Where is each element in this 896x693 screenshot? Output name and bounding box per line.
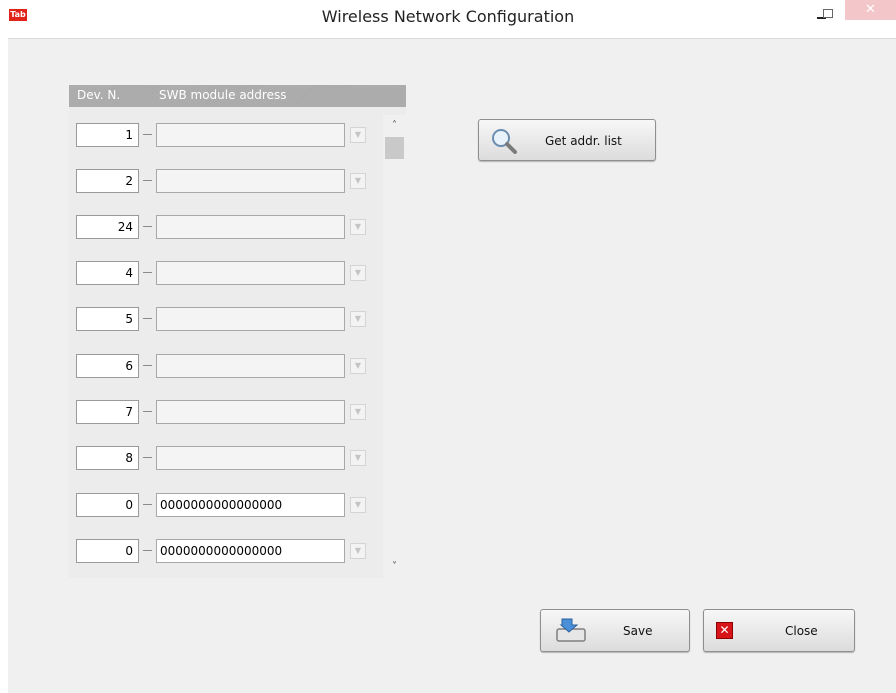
chevron-down-icon[interactable]: ▼ bbox=[350, 497, 366, 513]
scroll-down-icon[interactable]: ˅ bbox=[383, 556, 406, 578]
save-label: Save bbox=[623, 624, 653, 638]
separator-dash bbox=[143, 180, 152, 181]
close-x-icon: ✕ bbox=[716, 622, 733, 639]
module-address-field[interactable]: 0000000000000000 bbox=[156, 539, 345, 563]
table-row: 1 ▼ bbox=[69, 123, 379, 153]
separator-dash bbox=[143, 134, 152, 135]
table-row: 0 0000000000000000 ▼ bbox=[69, 493, 379, 523]
device-number-field[interactable]: 24 bbox=[76, 215, 139, 239]
module-address-field[interactable] bbox=[156, 169, 345, 193]
chevron-down-icon[interactable]: ▼ bbox=[350, 311, 366, 327]
module-address-field[interactable] bbox=[156, 354, 345, 378]
separator-dash bbox=[143, 318, 152, 319]
module-address-field[interactable] bbox=[156, 307, 345, 331]
table-row: 2 ▼ bbox=[69, 169, 379, 199]
table-row: 0 0000000000000000 ▼ bbox=[69, 539, 379, 569]
device-number-field[interactable]: 0 bbox=[76, 493, 139, 517]
device-list: 1 ▼ 2 ▼ 24 ▼ 4 ▼ 5 ▼ 6 ▼ 7 ▼ 8 ▼ 0 00000… bbox=[69, 107, 406, 578]
chevron-down-icon[interactable]: ▼ bbox=[350, 450, 366, 466]
get-address-list-label: Get addr. list bbox=[545, 134, 622, 148]
module-address-field[interactable] bbox=[156, 400, 345, 424]
table-row: 24 ▼ bbox=[69, 215, 379, 245]
window-title: Wireless Network Configuration bbox=[321, 7, 575, 26]
separator-dash bbox=[143, 365, 152, 366]
table-row: 7 ▼ bbox=[69, 400, 379, 430]
chevron-down-icon[interactable]: ▼ bbox=[350, 219, 366, 235]
maximize-button[interactable] bbox=[823, 9, 833, 18]
chevron-down-icon[interactable]: ▼ bbox=[350, 127, 366, 143]
device-number-field[interactable]: 0 bbox=[76, 539, 139, 563]
magnifier-icon bbox=[492, 129, 517, 154]
device-number-field[interactable]: 6 bbox=[76, 354, 139, 378]
separator-dash bbox=[143, 550, 152, 551]
save-button[interactable]: Save bbox=[540, 609, 690, 652]
device-number-field[interactable]: 1 bbox=[76, 123, 139, 147]
chevron-down-icon[interactable]: ▼ bbox=[350, 173, 366, 189]
get-address-list-button[interactable]: Get addr. list bbox=[478, 119, 656, 161]
table-row: 6 ▼ bbox=[69, 354, 379, 384]
table-row: 4 ▼ bbox=[69, 261, 379, 291]
separator-dash bbox=[143, 411, 152, 412]
separator-dash bbox=[143, 457, 152, 458]
module-address-field[interactable]: 0000000000000000 bbox=[156, 493, 345, 517]
header-module-address: SWB module address bbox=[159, 88, 287, 102]
chevron-down-icon[interactable]: ▼ bbox=[350, 543, 366, 559]
module-address-field[interactable] bbox=[156, 215, 345, 239]
scroll-thumb[interactable] bbox=[385, 137, 404, 159]
chevron-down-icon[interactable]: ▼ bbox=[350, 265, 366, 281]
chevron-down-icon[interactable]: ▼ bbox=[350, 404, 366, 420]
device-number-field[interactable]: 8 bbox=[76, 446, 139, 470]
save-icon bbox=[556, 618, 586, 642]
device-number-field[interactable]: 4 bbox=[76, 261, 139, 285]
separator-dash bbox=[143, 272, 152, 273]
header-device-number: Dev. N. bbox=[77, 88, 121, 102]
chevron-down-icon[interactable]: ▼ bbox=[350, 358, 366, 374]
title-bar: Tab Wireless Network Configuration ✕ bbox=[0, 0, 896, 38]
separator-dash bbox=[143, 226, 152, 227]
device-number-field[interactable]: 5 bbox=[76, 307, 139, 331]
scroll-up-icon[interactable]: ˄ bbox=[383, 115, 406, 137]
table-header: Dev. N. SWB module address bbox=[69, 85, 406, 107]
separator-dash bbox=[143, 504, 152, 505]
module-address-field[interactable] bbox=[156, 446, 345, 470]
close-button[interactable]: ✕ Close bbox=[703, 609, 855, 652]
table-row: 8 ▼ bbox=[69, 446, 379, 476]
close-label: Close bbox=[785, 624, 818, 638]
table-row: 5 ▼ bbox=[69, 307, 379, 337]
vertical-scrollbar[interactable]: ˄ ˅ bbox=[383, 115, 406, 578]
module-address-field[interactable] bbox=[156, 261, 345, 285]
window-close-button[interactable]: ✕ bbox=[845, 0, 896, 20]
module-address-field[interactable] bbox=[156, 123, 345, 147]
device-number-field[interactable]: 7 bbox=[76, 400, 139, 424]
device-number-field[interactable]: 2 bbox=[76, 169, 139, 193]
